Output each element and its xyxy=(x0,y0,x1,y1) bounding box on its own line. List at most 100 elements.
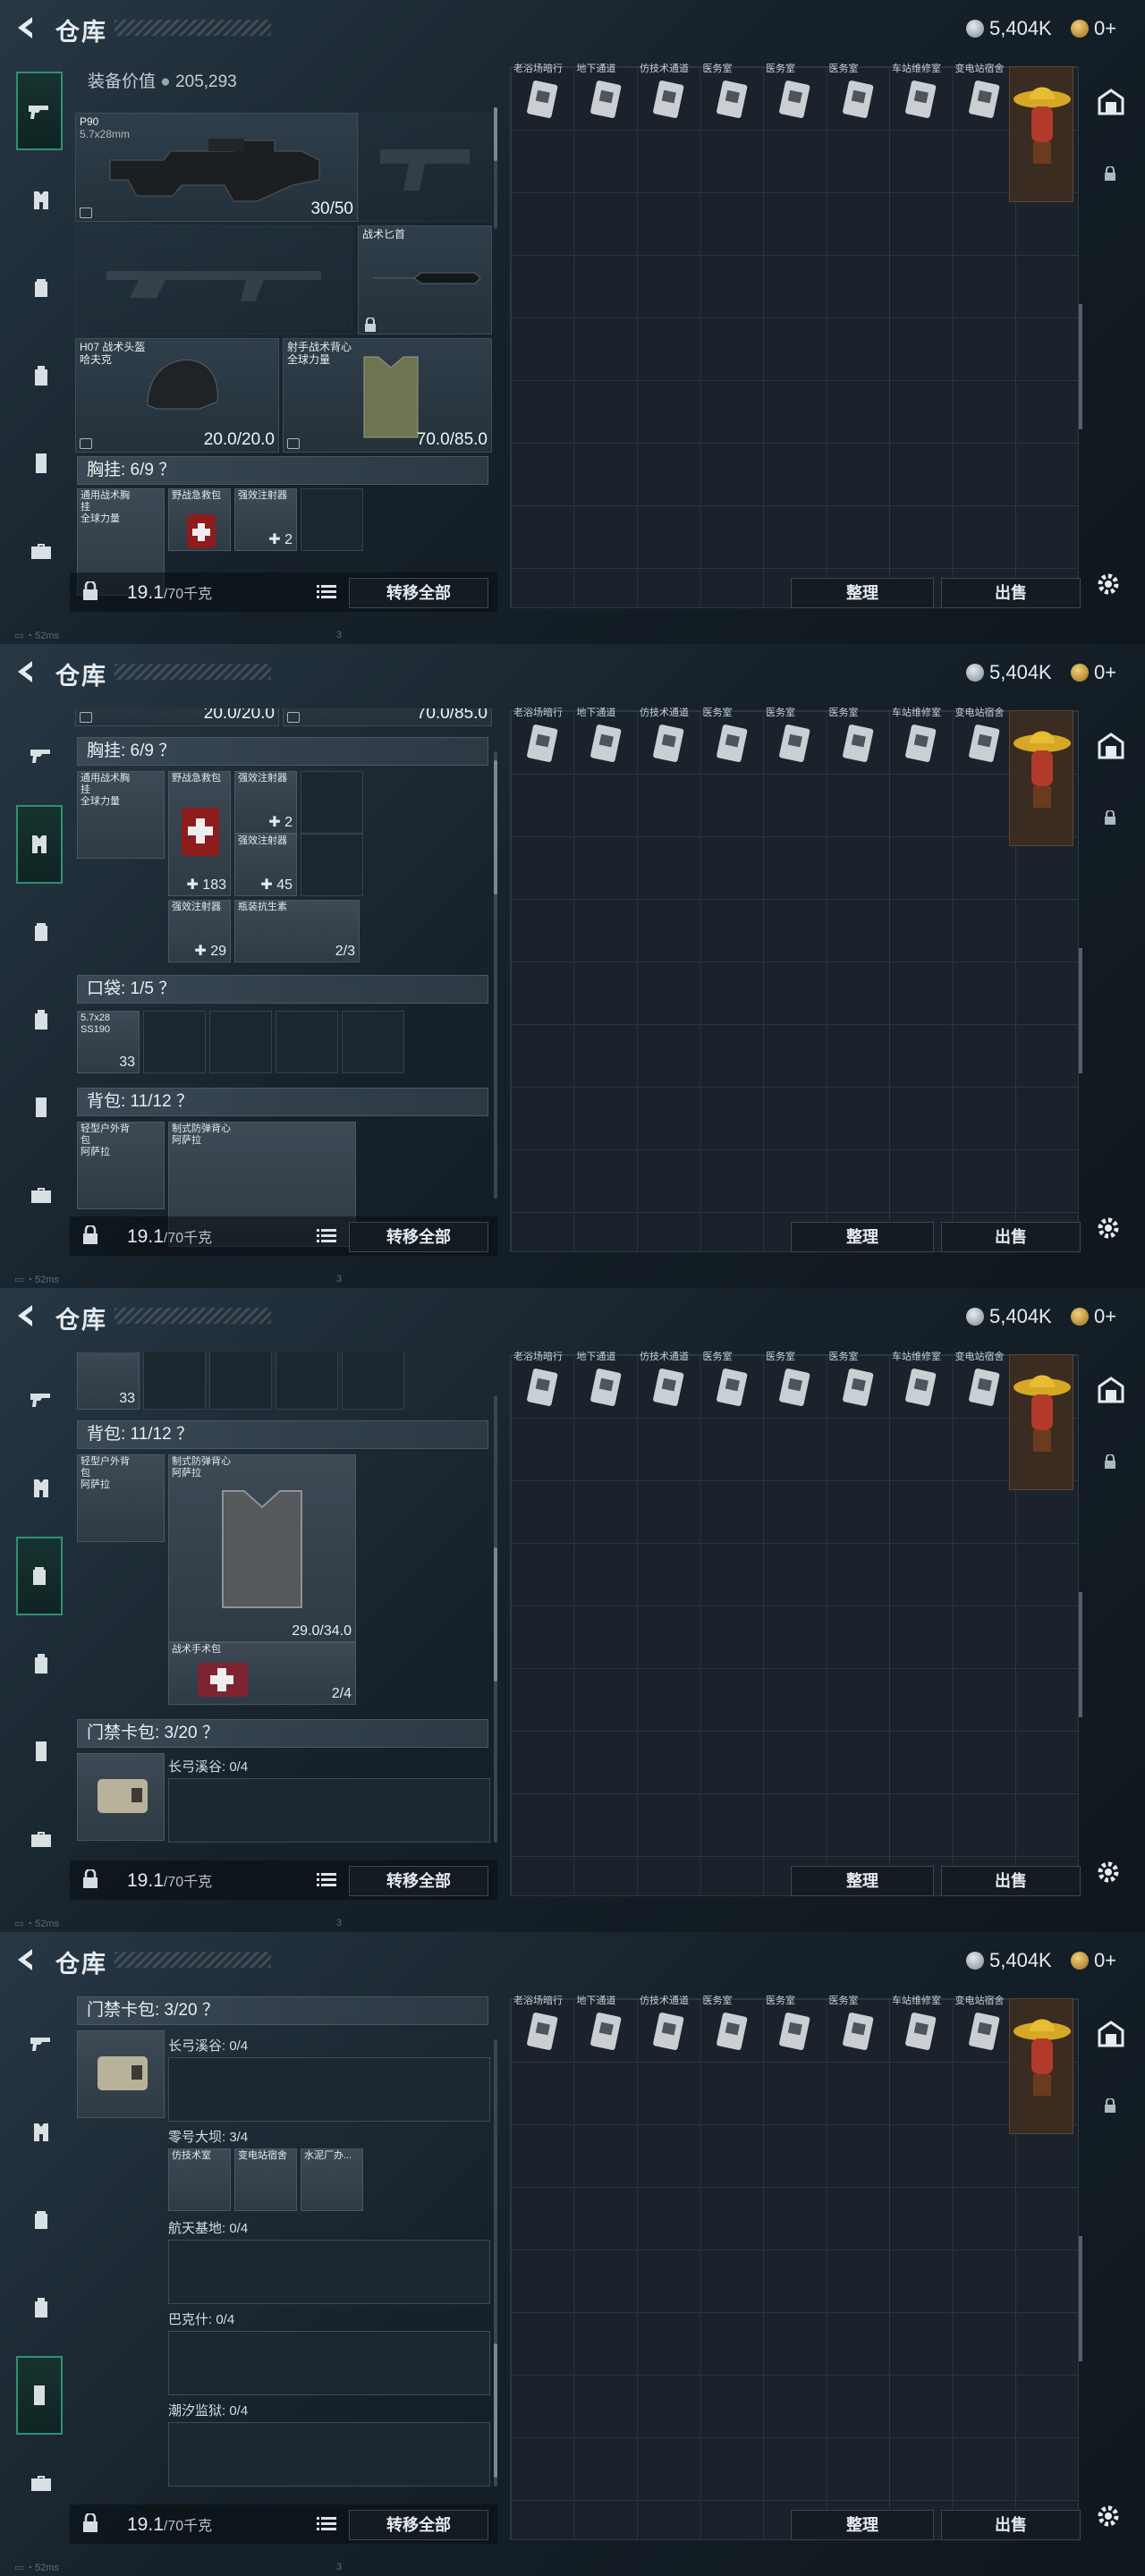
nav-pouch[interactable] xyxy=(16,336,63,415)
stash-key-item[interactable]: 医务室 xyxy=(701,64,762,127)
currency-premium[interactable]: 0+ xyxy=(1071,16,1116,41)
stash-key-item[interactable]: 医务室 xyxy=(827,1996,888,2059)
nav-chest-rig[interactable] xyxy=(16,2093,63,2172)
helmet-slot[interactable]: H07 战术头盔 哈夫克 20.0/20.0 xyxy=(75,338,279,453)
nav-backpack[interactable] xyxy=(16,893,63,971)
equipment-scrollbar[interactable] xyxy=(494,751,497,1199)
list-icon[interactable] xyxy=(317,1227,336,1245)
empty-slot[interactable] xyxy=(301,488,363,551)
nav-keycard[interactable] xyxy=(16,1712,63,1791)
back-icon[interactable] xyxy=(13,1302,39,1329)
first-aid-kit[interactable]: 野战急救包 xyxy=(168,488,231,551)
stash-key-item[interactable]: 老浴场暗行 xyxy=(512,708,572,771)
nav-pouch[interactable] xyxy=(16,2268,63,2347)
nav-case[interactable] xyxy=(16,512,63,590)
stash-key-item[interactable]: 医务室 xyxy=(827,1352,888,1415)
backpack-header[interactable]: 背包: 11/12 ？ xyxy=(77,1420,488,1449)
nav-pouch[interactable] xyxy=(16,980,63,1059)
transfer-all-button[interactable]: 转移全部 xyxy=(349,578,488,608)
sombrero-character[interactable] xyxy=(1009,1354,1073,1490)
keycard-header[interactable]: 门禁卡包: 3/20 ？ xyxy=(77,1996,488,2025)
empty-slot[interactable] xyxy=(301,834,363,896)
sombrero-character[interactable] xyxy=(1009,66,1073,202)
list-icon[interactable] xyxy=(317,2515,336,2533)
sell-button[interactable]: 出售 xyxy=(941,578,1081,608)
stash-key-item[interactable]: 医务室 xyxy=(764,708,825,771)
zone-bakesh-slots[interactable] xyxy=(168,2331,490,2395)
chest-rig-header[interactable]: 胸挂: 6/9 ？ xyxy=(77,456,488,485)
stash-key-item[interactable]: 医务室 xyxy=(827,708,888,771)
stash-key-item[interactable]: 仿技术通道 xyxy=(638,708,699,771)
stash-key-item[interactable]: 地下通道 xyxy=(575,64,636,127)
stash-key-item[interactable]: 地下通道 xyxy=(575,1352,636,1415)
nav-weapons[interactable] xyxy=(16,72,63,150)
nav-chest-rig[interactable] xyxy=(16,805,63,884)
stash-key-item[interactable]: 医务室 xyxy=(764,64,825,127)
stash-key-item[interactable]: 医务室 xyxy=(701,1352,762,1415)
equipment-view[interactable]: 装备价值 ● 205,293 P90 5.7x28mm 30/50 战术匕首 H0… xyxy=(70,64,496,606)
stash-grid[interactable] xyxy=(510,66,1079,608)
stash-key-item[interactable]: 老浴场暗行 xyxy=(512,64,572,127)
nav-case[interactable] xyxy=(16,2444,63,2522)
empty-slot[interactable] xyxy=(342,1011,404,1073)
equipment-view[interactable]: 33 背包: 11/12 ？ 轻型户外背包 阿萨拉 制式防弹背心 阿萨拉 29.0/3… xyxy=(70,1352,496,1894)
nav-weapons[interactable] xyxy=(16,2004,63,2082)
stash-key-item[interactable]: 车站维修室 xyxy=(890,1996,951,2059)
vest-item[interactable]: 制式防弹背心 阿萨拉 29.0/34.0 xyxy=(168,1454,356,1642)
empty-slot[interactable] xyxy=(209,1011,272,1073)
sombrero-character[interactable] xyxy=(1009,710,1073,846)
antibiotic-item[interactable]: 瓶装抗生素 2/3 xyxy=(234,900,360,962)
ammo-item[interactable]: 5.7x28 SS190 33 xyxy=(77,1011,140,1073)
gear-icon[interactable] xyxy=(1093,1857,1124,1887)
surgery-kit-item[interactable]: 战术手术包 2/4 xyxy=(168,1642,356,1705)
stash-scrollbar[interactable] xyxy=(1079,948,1082,1073)
injector-item[interactable]: 强效注射器 ✚ 45 xyxy=(234,834,297,896)
back-icon[interactable] xyxy=(13,14,39,41)
stash-key-item[interactable]: 变电站宿舍 xyxy=(954,708,1014,771)
backpack-item[interactable]: 轻型户外背包 阿萨拉 xyxy=(77,1122,165,1209)
stash-scrollbar[interactable] xyxy=(1079,304,1082,429)
gear-icon[interactable] xyxy=(1093,569,1124,599)
armor-slot[interactable]: 射手战术背心 全球力量 70.0/85.0 xyxy=(283,338,492,453)
zone-aerospace-slots[interactable] xyxy=(168,2240,490,2304)
sell-button[interactable]: 出售 xyxy=(941,2510,1081,2540)
back-icon[interactable] xyxy=(13,658,39,685)
sort-button[interactable]: 整理 xyxy=(791,1866,934,1896)
nav-case[interactable] xyxy=(16,1800,63,1878)
armor-slot[interactable]: 70.0/85.0 xyxy=(283,708,492,726)
nav-backpack[interactable] xyxy=(16,2181,63,2259)
currency-coins[interactable]: 5,404K xyxy=(966,1948,1052,1973)
transfer-all-button[interactable]: 转移全部 xyxy=(349,2510,488,2540)
primary-weapon-slot[interactable]: P90 5.7x28mm 30/50 xyxy=(75,113,358,222)
empty-slot[interactable] xyxy=(342,1352,404,1410)
currency-premium[interactable]: 0+ xyxy=(1071,1304,1116,1329)
nav-pouch[interactable] xyxy=(16,1624,63,1703)
sell-button[interactable]: 出售 xyxy=(941,1222,1081,1252)
nav-weapons[interactable] xyxy=(16,1360,63,1438)
stash-key-item[interactable]: 仿技术通道 xyxy=(638,1352,699,1415)
warehouse-icon[interactable] xyxy=(1097,1376,1125,1404)
stash-grid[interactable] xyxy=(510,710,1079,1252)
injector-item[interactable]: 强效注射器 ✚ 2 xyxy=(234,488,297,551)
stash-key-item[interactable]: 仿技术通道 xyxy=(638,64,699,127)
injector-item[interactable]: 强效注射器 ✚ 2 xyxy=(234,771,297,834)
stash-scrollbar[interactable] xyxy=(1079,2236,1082,2361)
sell-button[interactable]: 出售 xyxy=(941,1866,1081,1896)
warehouse-icon[interactable] xyxy=(1097,732,1125,760)
back-icon[interactable] xyxy=(13,1946,39,1973)
stash-key-item[interactable]: 变电站宿舍 xyxy=(954,1996,1014,2059)
zone-changgong-slots[interactable] xyxy=(168,2057,490,2122)
gear-icon[interactable] xyxy=(1093,2501,1124,2531)
empty-slot[interactable] xyxy=(301,771,363,834)
zone-prison-slots[interactable] xyxy=(168,2422,490,2487)
currency-premium[interactable]: 0+ xyxy=(1071,660,1116,685)
stash-key-item[interactable]: 医务室 xyxy=(827,64,888,127)
empty-slot[interactable] xyxy=(143,1352,206,1410)
currency-coins[interactable]: 5,404K xyxy=(966,1304,1052,1329)
chest-rig-item[interactable]: 通用战术胸挂 全球力量 xyxy=(77,771,165,859)
empty-slot[interactable] xyxy=(209,1352,272,1410)
stash-key-item[interactable]: 医务室 xyxy=(701,1996,762,2059)
gear-icon[interactable] xyxy=(1093,1213,1124,1243)
stash-grid[interactable] xyxy=(510,1354,1079,1896)
stash-scrollbar[interactable] xyxy=(1079,1592,1082,1717)
